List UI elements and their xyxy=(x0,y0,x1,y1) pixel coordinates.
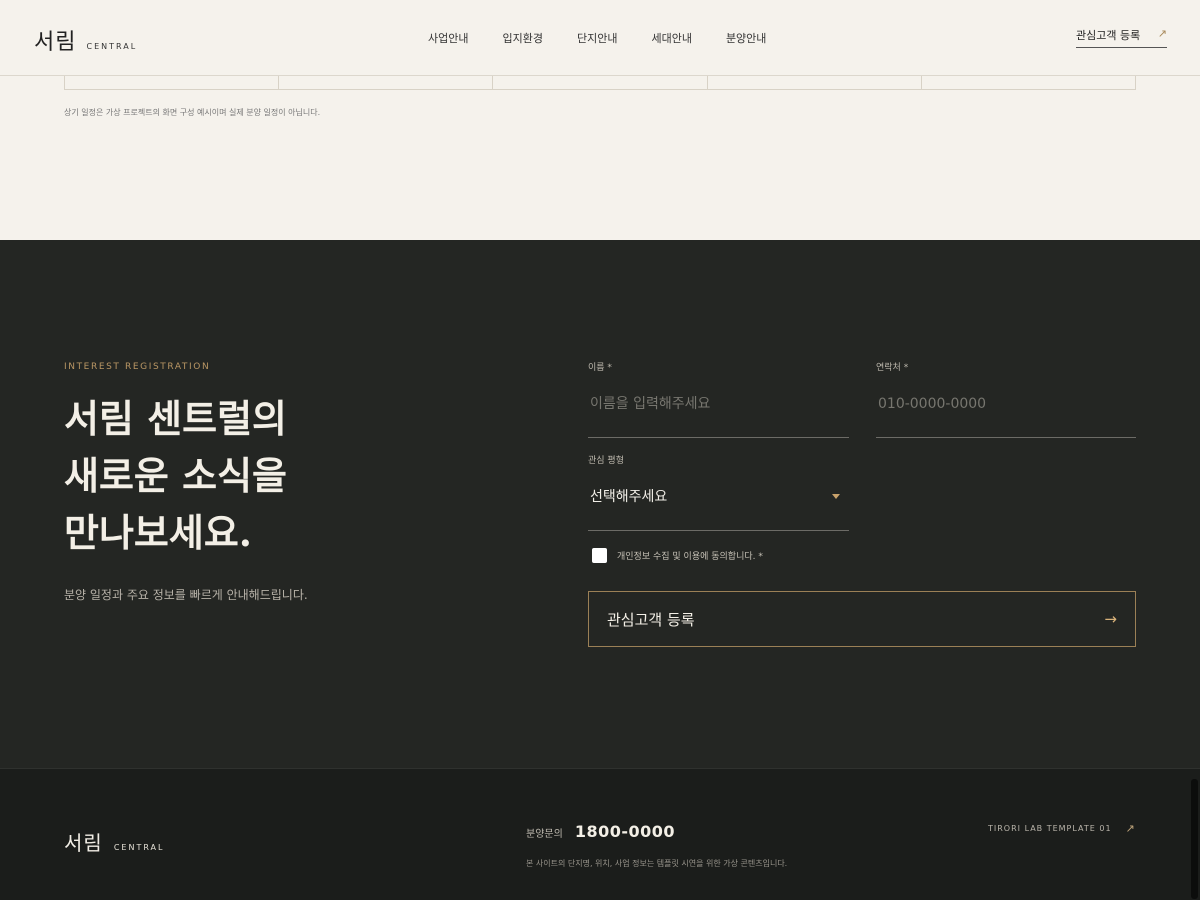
nav-item-units[interactable]: 세대안내 xyxy=(651,30,691,46)
header-register-label: 관심고객 등록 xyxy=(1076,29,1141,42)
footer-contact: 분양문의 1800-0000 xyxy=(526,822,675,841)
phone-field-group: 연락처 * 010-0000-0000 xyxy=(876,360,1136,438)
register-submit-button[interactable]: 관심고객 등록 → xyxy=(588,591,1136,647)
consent-label: 개인정보 수집 및 이용에 동의합니다. * xyxy=(617,552,763,562)
consent-checkbox[interactable] xyxy=(592,548,607,563)
phone-input[interactable]: 010-0000-0000 xyxy=(876,396,1136,438)
logo-subtitle: CENTRAL xyxy=(86,42,138,51)
site-header: 서림 CENTRAL 사업안내 입지환경 단지안내 세대안내 분양안내 관심고객… xyxy=(0,0,1200,76)
schedule-cell xyxy=(922,76,1135,89)
schedule-cell xyxy=(279,76,494,89)
section-title: 서림 센트럴의 새로운 소식을 만나보세요. xyxy=(64,390,484,561)
header-register-link[interactable]: 관심고객 등록 ↗ xyxy=(1076,27,1167,48)
unit-type-selected: 선택해주세요 xyxy=(590,489,668,505)
name-label: 이름 * xyxy=(588,363,612,373)
registration-section: INTEREST REGISTRATION 서림 센트럴의 새로운 소식을 만나… xyxy=(0,240,1200,768)
phone-label: 연락처 * xyxy=(876,363,909,373)
schedule-cell xyxy=(65,76,280,89)
site-logo[interactable]: 서림 CENTRAL xyxy=(34,24,137,56)
scrollbar-thumb[interactable] xyxy=(1191,779,1198,899)
schedule-table xyxy=(64,76,1136,90)
name-input[interactable]: 이름을 입력해주세요 xyxy=(588,396,849,438)
schedule-cell xyxy=(493,76,708,89)
template-link[interactable]: TIRORI LAB TEMPLATE 01 ↗ xyxy=(988,822,1135,835)
arrow-up-right-icon: ↗ xyxy=(1125,822,1135,835)
arrow-right-icon: → xyxy=(1104,610,1117,628)
arrow-up-right-icon: ↗ xyxy=(1157,27,1167,40)
section-description: 분양 일정과 주요 정보를 빠르게 안내해드립니다. xyxy=(64,588,308,602)
submit-label: 관심고객 등록 xyxy=(607,610,695,629)
unit-type-field-group: 관심 평형 선택해주세요 xyxy=(588,453,849,531)
logo-wordmark: 서림 xyxy=(34,30,77,55)
unit-type-label: 관심 평형 xyxy=(588,456,624,466)
nav-item-complex[interactable]: 단지안내 xyxy=(577,30,617,46)
section-eyebrow: INTEREST REGISTRATION xyxy=(64,362,211,372)
footer-logo[interactable]: 서림 CENTRAL xyxy=(64,827,165,856)
title-line: 서림 센트럴의 xyxy=(64,396,287,441)
unit-type-select[interactable]: 선택해주세요 xyxy=(588,489,849,531)
template-link-label: TIRORI LAB TEMPLATE 01 xyxy=(988,824,1112,833)
title-line: 새로운 소식을 xyxy=(64,453,287,498)
title-line: 만나보세요. xyxy=(64,510,253,555)
name-field-group: 이름 * 이름을 입력해주세요 xyxy=(588,360,849,438)
footer-logo-subtitle: CENTRAL xyxy=(113,843,165,852)
schedule-note: 상기 일정은 가상 프로젝트의 화면 구성 예시이며 실제 분양 일정이 아닙니… xyxy=(64,108,321,117)
consent-row: 개인정보 수집 및 이용에 동의합니다. * xyxy=(592,548,763,563)
footer-logo-wordmark: 서림 xyxy=(64,831,103,855)
main-nav: 사업안내 입지환경 단지안내 세대안내 분양안내 xyxy=(428,30,766,46)
chevron-down-icon xyxy=(832,494,840,499)
site-footer: 서림 CENTRAL 분양문의 1800-0000 본 사이트의 단지명, 위치… xyxy=(0,768,1200,900)
contact-label: 분양문의 xyxy=(526,829,563,840)
contact-phone[interactable]: 1800-0000 xyxy=(575,822,675,841)
footer-disclaimer: 본 사이트의 단지명, 위치, 사업 정보는 템플릿 시연을 위한 가상 콘텐츠… xyxy=(526,859,788,868)
nav-item-sales[interactable]: 분양안내 xyxy=(726,30,766,46)
nav-item-location[interactable]: 입지환경 xyxy=(502,30,542,46)
schedule-cell xyxy=(708,76,922,89)
nav-item-business[interactable]: 사업안내 xyxy=(428,30,468,46)
